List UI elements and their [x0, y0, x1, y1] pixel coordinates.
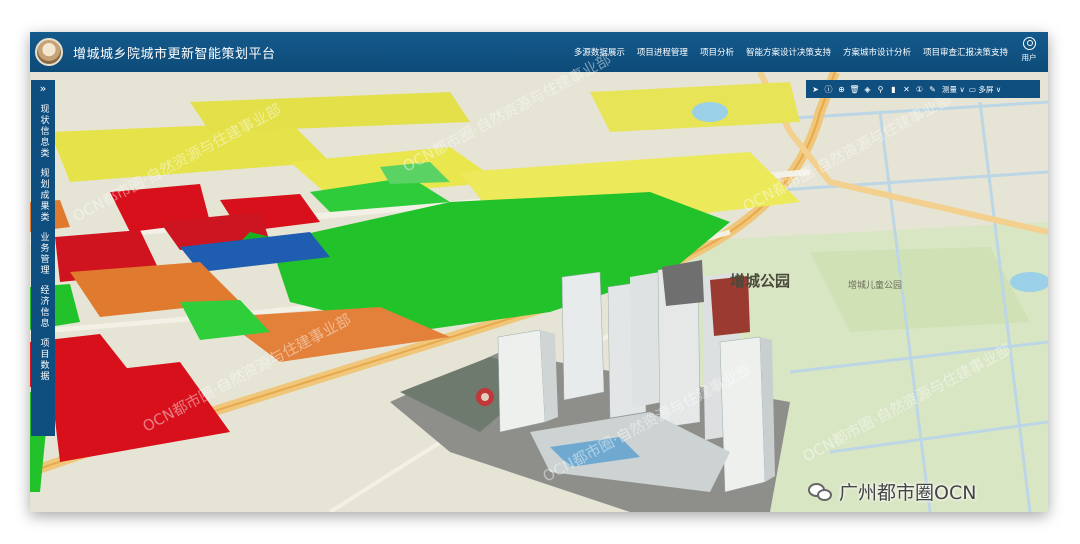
- info-icon[interactable]: ⓘ: [823, 84, 834, 95]
- sidebar-item-economic-info[interactable]: 经济信息: [39, 285, 49, 329]
- brand-logo: 广州都市圈OCN: [808, 478, 976, 505]
- trash-icon[interactable]: 🗑: [849, 85, 860, 94]
- map-viewport[interactable]: 增城公园 增城儿童公园: [30, 72, 1048, 512]
- map-canvas[interactable]: [30, 72, 1048, 512]
- sidebar-item-planning-results[interactable]: 规划成果类: [39, 168, 49, 223]
- user-label: 用户: [1021, 53, 1037, 62]
- sidebar-item-business-management[interactable]: 业务管理: [39, 232, 49, 276]
- building-icon[interactable]: ▮: [888, 85, 899, 94]
- user-icon: [1022, 37, 1036, 50]
- user-menu[interactable]: 用户: [1016, 37, 1042, 63]
- measure-dropdown[interactable]: 测量 ∨: [942, 84, 965, 95]
- layers-icon[interactable]: ◈: [862, 85, 873, 94]
- park-label: 增城公园: [730, 272, 791, 290]
- cursor-icon[interactable]: ➤: [810, 85, 821, 94]
- nav-project-analysis[interactable]: 项目分析: [700, 46, 734, 58]
- app-window: 增城城乡院城市更新智能策划平台 多源数据展示 项目进程管理 项目分析 智能方案设…: [30, 32, 1048, 512]
- info-circle-icon[interactable]: ①: [914, 85, 925, 94]
- multi-screen-dropdown[interactable]: ▭ 多屏 ∨: [969, 84, 1001, 95]
- brand-text: 广州都市圈OCN: [839, 482, 977, 504]
- close-icon[interactable]: ✕: [901, 85, 912, 94]
- map-toolbar: ➤ ⓘ ⊕ 🗑 ◈ ⚲ ▮ ✕ ① ✎ 测量 ∨ ▭ 多屏 ∨: [806, 80, 1040, 98]
- park-label-secondary: 增城儿童公园: [848, 281, 903, 291]
- pin-icon[interactable]: ⚲: [875, 85, 886, 94]
- left-sidebar: » 现状信息类 规划成果类 业务管理 经济信息 项目数据: [31, 80, 55, 436]
- ruler-icon[interactable]: ✎: [927, 85, 938, 94]
- wechat-icon: [808, 481, 834, 503]
- nav-review-report[interactable]: 项目审查汇报决策支持: [923, 46, 1008, 58]
- nav-smart-design[interactable]: 智能方案设计决策支持: [746, 46, 831, 58]
- nav-multi-source-data[interactable]: 多源数据展示: [574, 46, 625, 58]
- nav-urban-design[interactable]: 方案城市设计分析: [843, 46, 911, 58]
- sidebar-toggle-icon[interactable]: »: [40, 82, 47, 95]
- main-nav: 多源数据展示 项目进程管理 项目分析 智能方案设计决策支持 方案城市设计分析 项…: [574, 32, 1008, 72]
- sidebar-item-status-info[interactable]: 现状信息类: [39, 104, 49, 159]
- globe-icon[interactable]: ⊕: [836, 85, 847, 94]
- header-bar: 增城城乡院城市更新智能策划平台 多源数据展示 项目进程管理 项目分析 智能方案设…: [30, 32, 1048, 72]
- nav-project-progress[interactable]: 项目进程管理: [637, 46, 688, 58]
- platform-logo: [35, 38, 63, 66]
- app-title: 增城城乡院城市更新智能策划平台: [73, 46, 276, 62]
- sidebar-item-project-data[interactable]: 项目数据: [39, 338, 49, 382]
